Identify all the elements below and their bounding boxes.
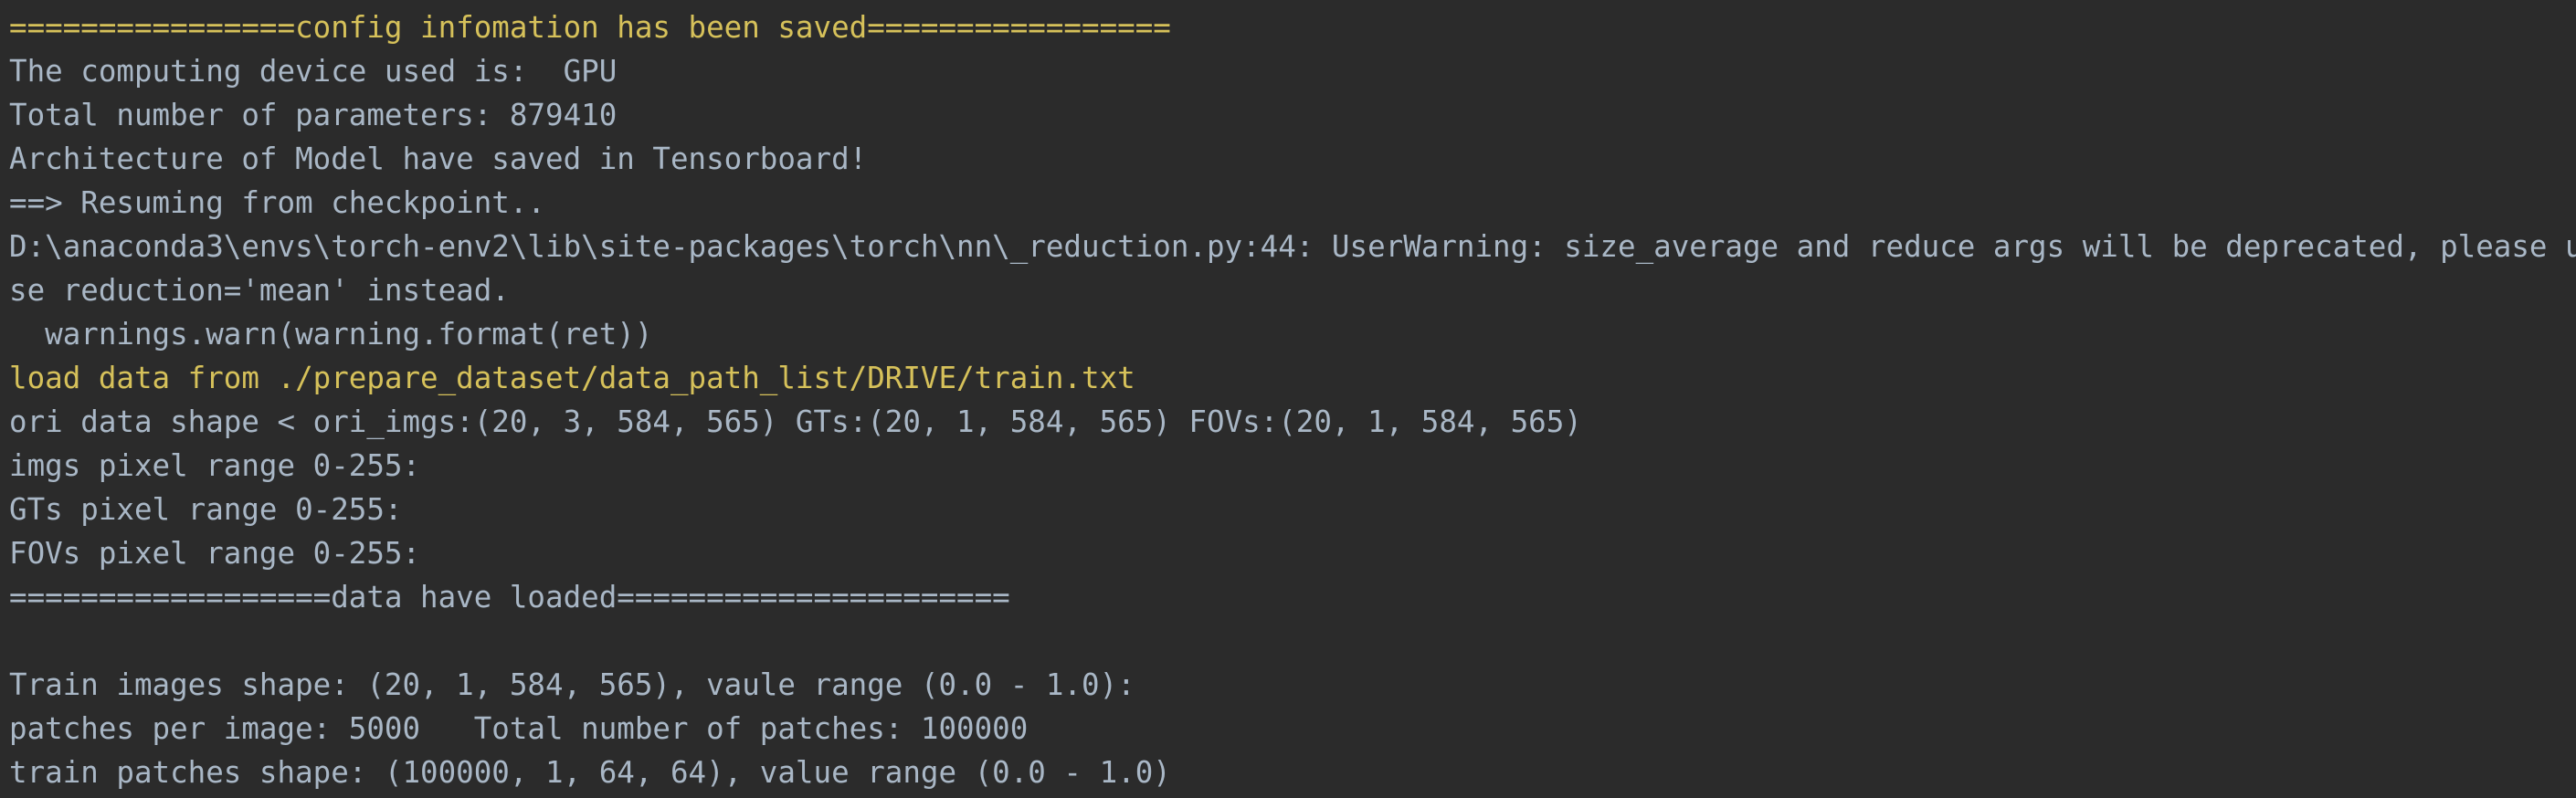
console-line-fovs-range: FOVs pixel range 0-255:	[9, 536, 421, 571]
console-line-warning-cont: se reduction='mean' instead.	[9, 273, 510, 308]
console-line-device: The computing device used is: GPU	[9, 54, 618, 89]
console-line-param-count: Total number of parameters: 879410	[9, 98, 618, 132]
console-line-config-saved: ================config infomation has be…	[9, 10, 1171, 45]
console-line-imgs-range: imgs pixel range 0-255:	[9, 448, 421, 483]
console-line-train-patches-shape: train patches shape: (100000, 1, 64, 64)…	[9, 755, 1171, 790]
console-line-architecture: Architecture of Model have saved in Tens…	[9, 142, 868, 176]
console-line-warnings-call: warnings.warn(warning.format(ret))	[9, 317, 653, 352]
console-line-gts-range: GTs pixel range 0-255:	[9, 492, 403, 527]
console-line-warning-path: D:\anaconda3\envs\torch-env2\lib\site-pa…	[9, 229, 2576, 264]
console-line-data-loaded: ==================data have loaded======…	[9, 580, 1010, 614]
console-line-train-shape: Train images shape: (20, 1, 584, 565), v…	[9, 667, 1135, 702]
console-output[interactable]: ================config infomation has be…	[0, 0, 2576, 798]
console-line-load-data: load data from ./prepare_dataset/data_pa…	[9, 361, 1135, 395]
console-line-ori-shape: ori data shape < ori_imgs:(20, 3, 584, 5…	[9, 404, 1582, 439]
console-line-patches-per-image: patches per image: 5000 Total number of …	[9, 711, 1029, 746]
console-line-resume: ==> Resuming from checkpoint..	[9, 185, 545, 220]
